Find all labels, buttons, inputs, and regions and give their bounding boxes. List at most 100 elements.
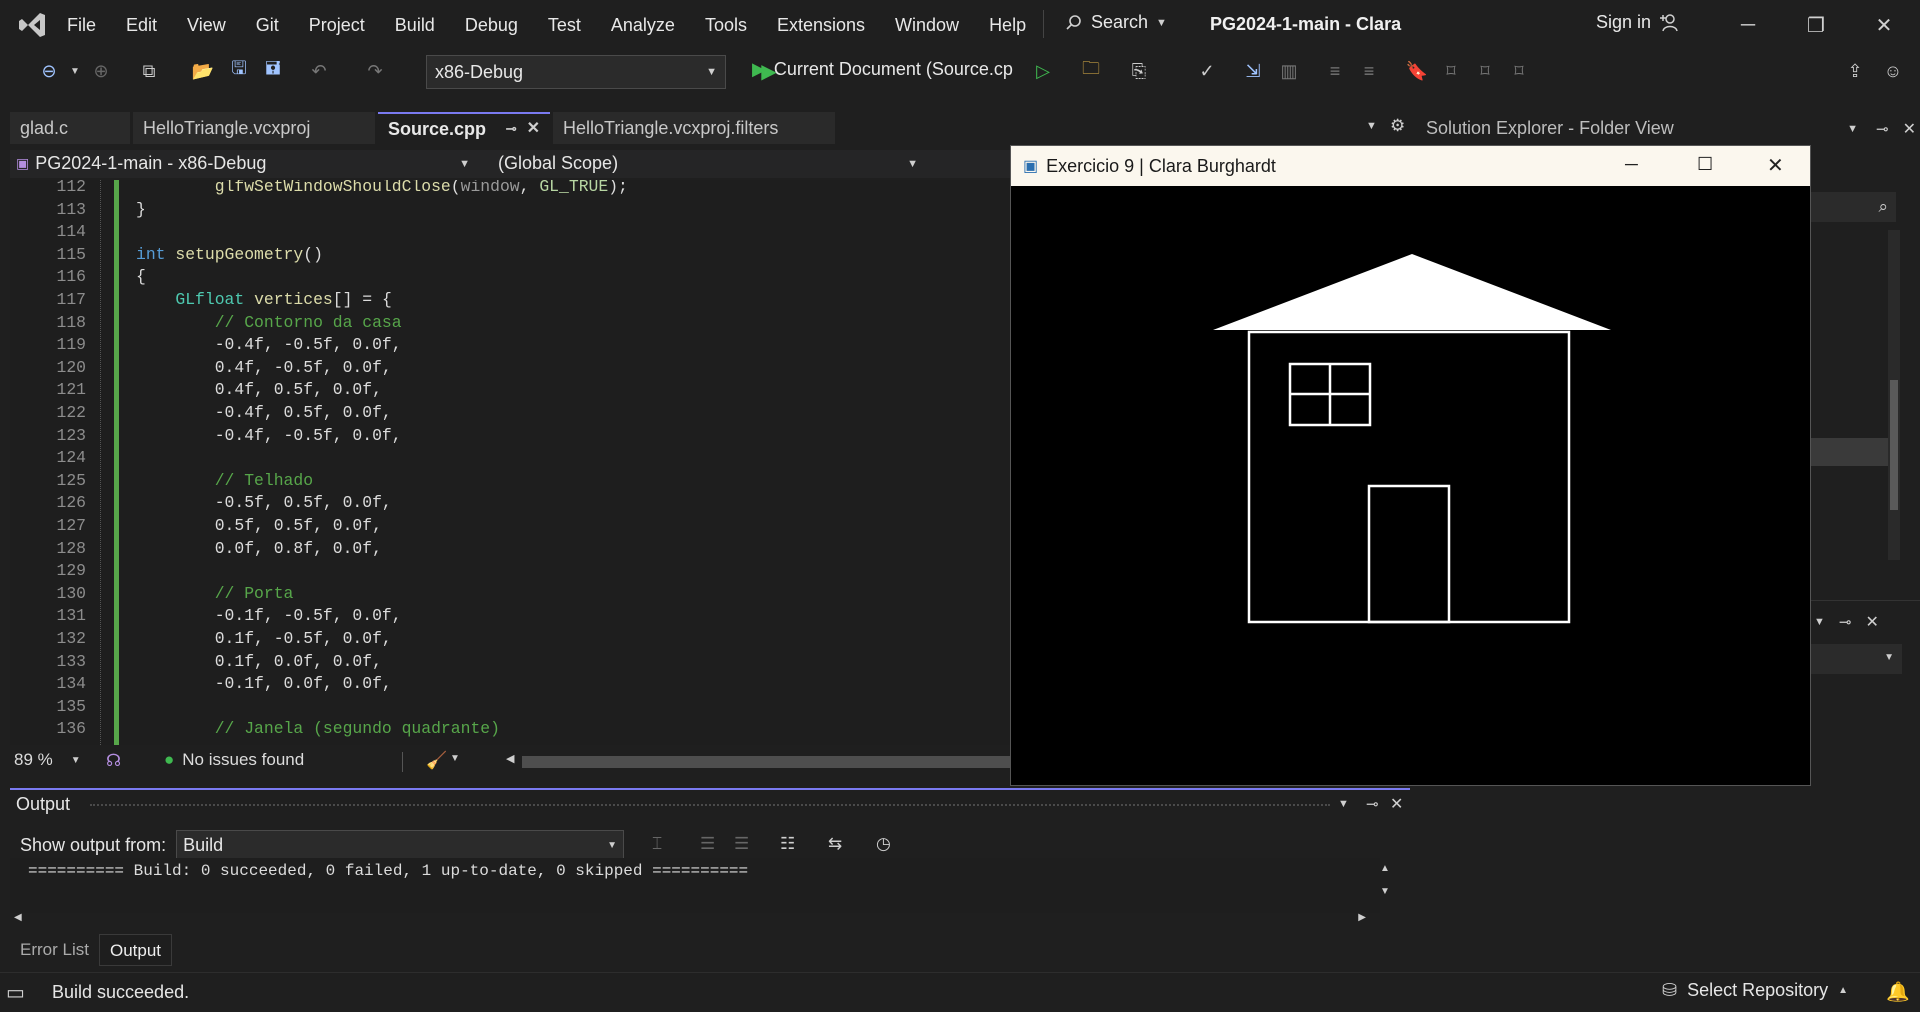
chevron-down-icon[interactable]: ▼ xyxy=(1847,123,1858,135)
properties-select[interactable]: ▼ xyxy=(1810,644,1902,674)
share-button[interactable]: ⇪ xyxy=(1842,58,1868,84)
solution-switch-button[interactable]: ⎘ xyxy=(1126,58,1152,84)
menu-file[interactable]: File xyxy=(52,13,111,37)
clear-bookmarks-button[interactable]: ⌑ xyxy=(1506,58,1532,84)
start-without-debugging-button[interactable]: ▷ xyxy=(1030,58,1056,84)
pin-icon[interactable]: ⊸ xyxy=(1839,613,1852,631)
member-scope-select[interactable]: (Global Scope) ▼ xyxy=(498,153,918,174)
word-wrap-icon[interactable]: ⇆ xyxy=(828,834,842,854)
navigate-forward-button[interactable]: ⊕ xyxy=(88,58,114,84)
code-line[interactable]: 112 glfwSetWindowShouldClose(window, GL_… xyxy=(10,180,1010,199)
menu-git[interactable]: Git xyxy=(241,13,294,37)
pin-icon[interactable]: ⊸ xyxy=(1366,795,1379,813)
code-line[interactable]: 130 // Porta xyxy=(10,583,1010,606)
code-line[interactable]: 122 -0.4f, 0.5f, 0.0f, xyxy=(10,402,1010,425)
scrollbar-thumb[interactable] xyxy=(1890,380,1898,510)
code-line[interactable]: 120 0.4f, -0.5f, 0.0f, xyxy=(10,357,1010,380)
solution-search-box[interactable]: ⌕ xyxy=(1810,192,1896,222)
code-line[interactable]: 116 { xyxy=(10,266,1010,289)
save-all-button[interactable]: 🖬 xyxy=(260,58,286,84)
navigate-back-button[interactable]: ⊖ xyxy=(36,58,62,84)
code-line[interactable]: 133 0.1f, 0.0f, 0.0f, xyxy=(10,651,1010,674)
code-line[interactable]: 123 -0.4f, -0.5f, 0.0f, xyxy=(10,425,1010,448)
code-line[interactable]: 119 -0.4f, -0.5f, 0.0f, xyxy=(10,334,1010,357)
menu-analyze[interactable]: Analyze xyxy=(596,13,690,37)
code-line[interactable]: 125 // Telhado xyxy=(10,470,1010,493)
bookmark-button[interactable]: 🔖 xyxy=(1404,58,1430,84)
project-scope-select[interactable]: ▣ PG2024-1-main - x86-Debug ▼ xyxy=(16,153,470,174)
menu-test[interactable]: Test xyxy=(533,13,596,37)
save-button[interactable]: 🖫 xyxy=(226,58,252,84)
code-line[interactable]: 113} xyxy=(10,199,1010,222)
pin-icon[interactable]: ⊸ xyxy=(1876,120,1889,138)
menu-extensions[interactable]: Extensions xyxy=(762,13,880,37)
step-button[interactable]: ⇲ xyxy=(1240,58,1266,84)
opengl-window[interactable]: ▣ Exercicio 9 | Clara Burghardt ─ ☐ ✕ xyxy=(1010,145,1811,786)
tab-overflow-chevron-icon[interactable]: ▼ xyxy=(1366,120,1377,132)
code-line[interactable]: 115 int setupGeometry() xyxy=(10,244,1010,267)
code-line[interactable]: 121 0.4f, 0.5f, 0.0f, xyxy=(10,379,1010,402)
minimize-button[interactable]: ─ xyxy=(1718,8,1778,42)
code-line[interactable]: 132 0.1f, -0.5f, 0.0f, xyxy=(10,628,1010,651)
tab-hellotriangle-vcxproj[interactable]: HelloTriangle.vcxproj xyxy=(133,112,375,144)
tab-output[interactable]: Output xyxy=(98,934,173,966)
outdent-button[interactable]: ≡ xyxy=(1322,58,1348,84)
chevron-down-icon[interactable]: ▼ xyxy=(450,753,460,764)
selected-tree-item[interactable] xyxy=(1810,438,1896,466)
configuration-select[interactable]: x86-Debug ▼ xyxy=(426,55,726,89)
pin-icon[interactable]: ⊸ xyxy=(506,113,517,145)
code-editor[interactable]: 112 glfwSetWindowShouldClose(window, GL_… xyxy=(10,180,1010,745)
close-icon[interactable]: ✕ xyxy=(1865,612,1878,632)
opengl-canvas[interactable] xyxy=(1011,186,1810,785)
code-line[interactable]: 117 GLfloat vertices[] = { xyxy=(10,289,1010,312)
close-icon[interactable]: ✕ xyxy=(1390,794,1403,814)
clear-all-icon[interactable]: ☷ xyxy=(780,834,795,854)
tab-error-list[interactable]: Error List xyxy=(10,934,99,966)
code-line[interactable]: 135 xyxy=(10,696,1010,719)
close-icon[interactable]: ✕ xyxy=(1903,119,1916,139)
menu-tools[interactable]: Tools xyxy=(690,13,762,37)
code-cleanup-icon[interactable]: 🧹 xyxy=(426,751,447,771)
restore-button[interactable]: ❐ xyxy=(1786,8,1846,42)
minimize-icon[interactable]: ─ xyxy=(1625,154,1638,175)
code-line[interactable]: 129 xyxy=(10,560,1010,583)
menu-window[interactable]: Window xyxy=(880,13,974,37)
clock-icon[interactable]: ◷ xyxy=(876,834,891,854)
menu-help[interactable]: Help xyxy=(974,13,1041,37)
notification-icon[interactable]: ▭ xyxy=(6,980,25,1005)
tab-hellotriangle-filters[interactable]: HelloTriangle.vcxproj.filters xyxy=(553,112,835,144)
open-folder-button[interactable]: 🗀 xyxy=(1078,58,1104,84)
navigate-back-dropdown[interactable]: ▼ xyxy=(62,58,88,84)
horizontal-scrollbar[interactable] xyxy=(522,756,1010,768)
notifications-bell-icon[interactable]: 🔔 xyxy=(1886,980,1910,1004)
output-source-select[interactable]: Build ▼ xyxy=(176,830,625,860)
redo-button[interactable]: ↷ xyxy=(362,58,388,84)
menu-project[interactable]: Project xyxy=(294,13,380,37)
code-line[interactable]: 128 0.0f, 0.8f, 0.0f, xyxy=(10,538,1010,561)
output-text-area[interactable]: ========== Build: 0 succeeded, 0 failed,… xyxy=(10,858,1380,913)
previous-message-icon[interactable]: ☰ xyxy=(700,834,715,854)
code-line[interactable]: 131 -0.1f, -0.5f, 0.0f, xyxy=(10,605,1010,628)
next-message-icon[interactable]: ☰ xyxy=(734,834,749,854)
output-vertical-scrollbar[interactable]: ▲ ▼ xyxy=(1380,856,1398,916)
code-line[interactable]: 134 -0.1f, 0.0f, 0.0f, xyxy=(10,673,1010,696)
chevron-down-icon[interactable]: ▼ xyxy=(1814,616,1825,628)
indent-button[interactable]: ≡ xyxy=(1356,58,1382,84)
layout-button[interactable]: ▥ xyxy=(1276,58,1302,84)
scroll-left-icon[interactable]: ◀ xyxy=(506,752,514,765)
feedback-button[interactable]: ☺ xyxy=(1880,58,1906,84)
spell-check-button[interactable]: ✓ xyxy=(1194,58,1220,84)
tab-glad-c[interactable]: glad.c xyxy=(10,112,130,144)
sign-in-button[interactable]: Sign in xyxy=(1596,12,1679,33)
next-bookmark-button[interactable]: ⌑ xyxy=(1472,58,1498,84)
menu-build[interactable]: Build xyxy=(380,13,450,37)
issues-indicator[interactable]: ● No issues found xyxy=(164,750,304,770)
close-icon[interactable]: ✕ xyxy=(527,113,540,145)
menu-debug[interactable]: Debug xyxy=(450,13,533,37)
chevron-down-icon[interactable]: ▼ xyxy=(1338,798,1349,810)
run-target-button[interactable]: ▶ Current Document (Source.cp xyxy=(752,59,1013,80)
open-file-button[interactable]: 📂 xyxy=(190,58,216,84)
find-message-icon[interactable]: ⌶ xyxy=(652,834,662,854)
undo-button[interactable]: ↶ xyxy=(306,58,332,84)
tab-source-cpp[interactable]: Source.cpp ⊸ ✕ xyxy=(378,112,550,144)
